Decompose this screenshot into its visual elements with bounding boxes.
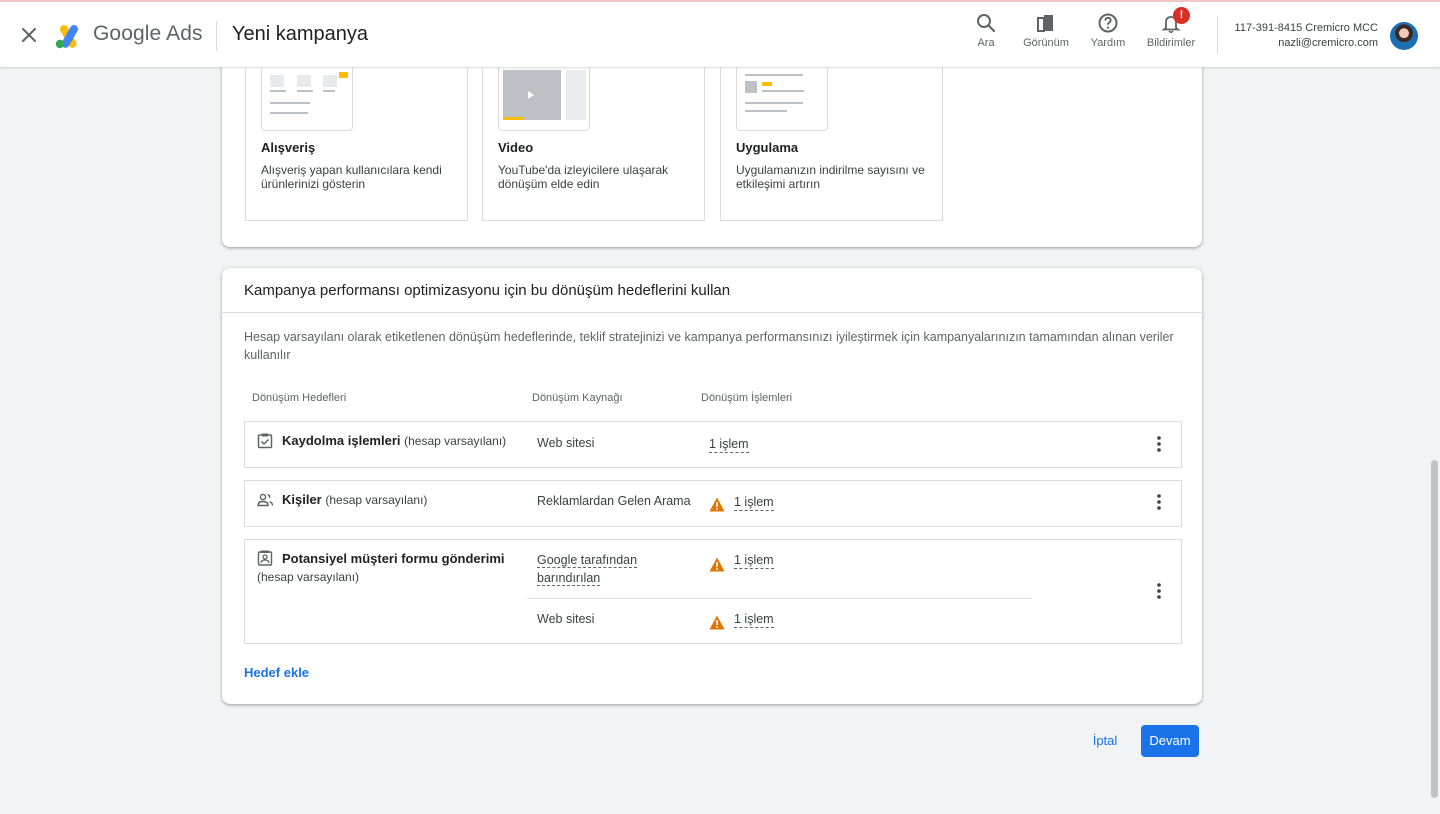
shopping-thumbnail xyxy=(261,60,353,131)
goal-source: Reklamlardan Gelen Arama xyxy=(537,494,691,508)
continue-button[interactable]: Devam xyxy=(1141,725,1199,757)
goal-action-link[interactable]: 1 işlem xyxy=(734,611,774,628)
notification-badge: ! xyxy=(1173,7,1190,24)
app-title: Uygulama xyxy=(736,140,799,155)
search-label: Ara xyxy=(977,37,995,49)
goal-title: Kişiler xyxy=(282,492,322,507)
help-label: Yardım xyxy=(1090,37,1126,49)
more-options-icon[interactable] xyxy=(1149,434,1169,454)
campaign-type-card: Alışveriş Alışveriş yapan kullanıcılara … xyxy=(222,40,1202,247)
divider xyxy=(527,598,1031,599)
more-options-icon[interactable] xyxy=(1149,492,1169,512)
close-icon[interactable] xyxy=(18,24,40,46)
account-id[interactable]: 117-391-8415 Cremicro MCC xyxy=(1235,22,1378,34)
campaign-type-shopping[interactable]: Alışveriş Alışveriş yapan kullanıcılara … xyxy=(245,60,468,221)
column-header-goals: Dönüşüm Hedefleri xyxy=(252,392,347,404)
more-options-icon[interactable] xyxy=(1149,581,1169,601)
scrollbar-thumb[interactable] xyxy=(1431,460,1438,798)
warning-icon xyxy=(709,615,725,630)
goal-action-link[interactable]: 1 işlem xyxy=(734,552,774,569)
goal-title: Potansiyel müşteri formu gönderimi xyxy=(282,551,505,566)
campaign-type-video[interactable]: Video YouTube'da izleyicilere ulaşarak d… xyxy=(482,60,705,221)
google-ads-logo xyxy=(55,25,78,49)
goal-source: Web sitesi xyxy=(537,436,595,450)
notifications-label: Bildirimler xyxy=(1146,37,1196,49)
page-title: Yeni kampanya xyxy=(232,23,369,45)
app-thumbnail xyxy=(736,60,828,131)
campaign-type-app[interactable]: Uygulama Uygulamanızın indirilme sayısın… xyxy=(720,60,943,221)
search-button[interactable]: Ara xyxy=(968,12,1004,49)
goal-row-contacts: Kişiler (hesap varsayılanı) Reklamlardan… xyxy=(244,480,1182,527)
cancel-button[interactable]: İptal xyxy=(1084,725,1126,757)
top-bar: Google Ads Yeni kampanya Ara Görünüm Yar… xyxy=(0,0,1440,67)
goal-name: Kişiler (hesap varsayılanı) xyxy=(282,492,427,507)
goal-title: Kaydolma işlemleri xyxy=(282,433,401,448)
goal-source: Web sitesi xyxy=(537,612,595,626)
account-email[interactable]: nazli@cremicro.com xyxy=(1278,37,1378,49)
appearance-button[interactable]: Görünüm xyxy=(1018,12,1074,49)
video-thumbnail xyxy=(498,60,590,131)
goal-source-hosted[interactable]: Google tarafından barındırılan xyxy=(537,551,657,587)
add-goal-link[interactable]: Hedef ekle xyxy=(244,665,309,680)
notifications-button[interactable]: ! Bildirimler xyxy=(1143,7,1199,49)
goal-default-label: (hesap varsayılanı) xyxy=(325,493,428,507)
video-title: Video xyxy=(498,140,534,155)
appearance-icon xyxy=(1037,15,1053,32)
goal-row-lead-form: Potansiyel müşteri formu gönderimi (hesa… xyxy=(244,539,1182,644)
warning-icon xyxy=(709,497,725,512)
divider xyxy=(1217,16,1218,54)
goal-action-link[interactable]: 1 işlem xyxy=(709,436,749,453)
shopping-title: Alışveriş xyxy=(261,140,316,155)
app-desc: Uygulamanızın indirilme sayısını ve etki… xyxy=(736,163,925,191)
shopping-desc: Alışveriş yapan kullanıcılara kendi ürün… xyxy=(261,163,442,191)
goal-name: Kaydolma işlemleri (hesap varsayılanı) xyxy=(282,433,506,448)
avatar[interactable] xyxy=(1390,22,1418,50)
contact-form-icon xyxy=(257,550,273,566)
column-header-actions: Dönüşüm İşlemleri xyxy=(701,392,793,404)
goal-source-text: Google tarafından barındırılan xyxy=(537,553,638,586)
goal-default-label: (hesap varsayılanı) xyxy=(404,434,507,448)
video-desc: YouTube'da izleyicilere ulaşarak dönüşüm… xyxy=(498,163,669,191)
people-icon xyxy=(257,493,273,507)
card-header: Kampanya performansı optimizasyonu için … xyxy=(222,268,1202,313)
conversion-goals-card: Kampanya performansı optimizasyonu için … xyxy=(222,268,1202,704)
search-icon xyxy=(977,14,996,33)
checkbox-list-icon xyxy=(257,433,273,449)
help-icon xyxy=(1098,13,1118,33)
card-title: Kampanya performansı optimizasyonu için … xyxy=(244,282,731,299)
warning-icon xyxy=(709,557,725,572)
appearance-label: Görünüm xyxy=(1023,37,1069,49)
column-header-source: Dönüşüm Kaynağı xyxy=(532,392,623,404)
goal-default-label: (hesap varsayılanı) xyxy=(257,570,360,584)
goal-row-signups: Kaydolma işlemleri (hesap varsayılanı) W… xyxy=(244,421,1182,468)
brand-name: Google Ads xyxy=(93,22,203,45)
goal-action-link[interactable]: 1 işlem xyxy=(734,494,774,511)
divider xyxy=(216,21,217,51)
help-button[interactable]: Yardım xyxy=(1086,12,1130,49)
card-description: Hesap varsayılanı olarak etiketlenen dön… xyxy=(244,330,1174,362)
